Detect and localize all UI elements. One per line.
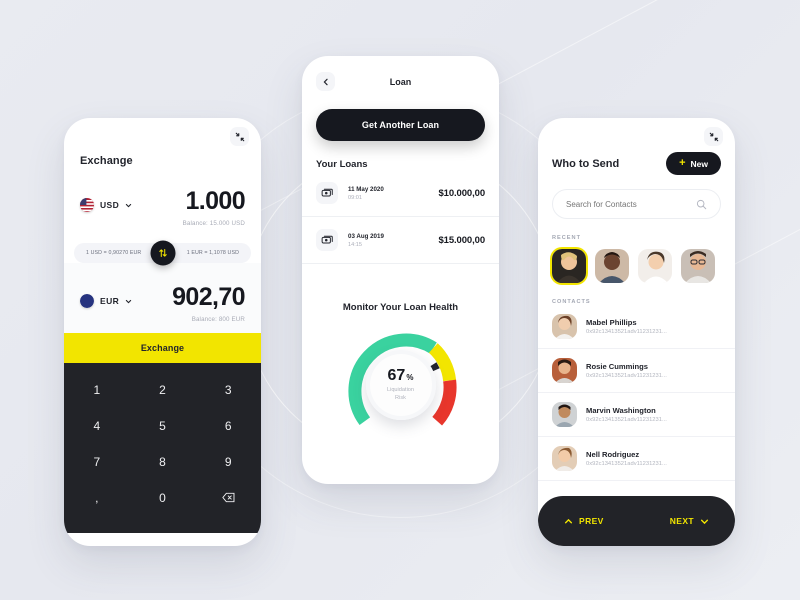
- add-new-contact-button[interactable]: + New: [666, 152, 721, 175]
- search-input[interactable]: [566, 199, 679, 209]
- recent-avatar-4[interactable]: [681, 249, 715, 283]
- avatar: [552, 358, 577, 383]
- exchange-rate-bar: 1 USD = 0,90270 EUR 1 EUR = 1,1078 USD: [74, 240, 251, 266]
- key-1[interactable]: 1: [64, 373, 130, 407]
- loan-header: Loan: [302, 56, 499, 91]
- next-label: NEXT: [669, 516, 694, 526]
- liquidation-risk-gauge: 67% Liquidation Risk: [339, 323, 463, 447]
- plus-icon: +: [679, 157, 686, 169]
- from-balance: Balance: 15.000 USD: [182, 220, 245, 227]
- avatar: [552, 402, 577, 427]
- key-7[interactable]: 7: [64, 445, 130, 479]
- exchange-to-row[interactable]: EUR 902,70 Balance: 800 EUR: [64, 263, 261, 323]
- loan-time: 09:01: [348, 194, 362, 201]
- contact-list-item[interactable]: Marvin Washington 0x92c13413521adv112312…: [538, 393, 735, 437]
- phone-loan-screen: Loan Get Another Loan Your Loans 11 May …: [302, 56, 499, 484]
- to-currency-code: EUR: [100, 296, 120, 306]
- to-amount: 902,70: [172, 283, 245, 311]
- swap-arrows-icon[interactable]: [150, 240, 175, 266]
- phone-exchange-screen: Exchange USD 1.000 Balance: 15.000 USD 1…: [64, 118, 261, 546]
- exchange-button[interactable]: Exchange: [64, 333, 261, 363]
- collapse-icon[interactable]: [704, 127, 723, 146]
- recent-avatar-1[interactable]: [552, 249, 586, 283]
- chevron-down-icon[interactable]: [125, 298, 132, 305]
- key-comma[interactable]: ,: [64, 481, 130, 517]
- chevron-up-icon: [564, 518, 573, 523]
- loan-amount: $10.000,00: [438, 187, 485, 199]
- key-0[interactable]: 0: [130, 481, 196, 517]
- next-button[interactable]: NEXT: [670, 516, 709, 526]
- prev-label: PREV: [579, 516, 604, 526]
- gauge-center: 67% Liquidation Risk: [365, 350, 436, 420]
- loan-list-item[interactable]: 03 Aug 2019 14:15 $15.000,00: [302, 217, 499, 264]
- prev-button[interactable]: PREV: [564, 516, 604, 526]
- loan-list-item[interactable]: 11 May 2020 09:01 $10.000,00: [302, 170, 499, 217]
- loan-amount: $15.000,00: [438, 234, 485, 246]
- from-currency-code: USD: [100, 200, 120, 210]
- contact-address: 0x92c13413521adv11231231...: [586, 373, 667, 379]
- contact-list-item[interactable]: Mabel Phillips 0x92c13413521adv11231231.…: [538, 305, 735, 349]
- recent-section-label: RECENT: [552, 235, 581, 241]
- contact-name: Nell Rodriguez: [586, 450, 640, 459]
- rate-right: 1 EUR = 1,1078 USD: [186, 250, 239, 256]
- phone-send-screen: Who to Send + New RECENT: [538, 118, 735, 546]
- pagination-bar: PREV NEXT: [538, 496, 735, 546]
- exchange-from-row[interactable]: USD 1.000 Balance: 15.000 USD: [64, 167, 261, 227]
- key-6[interactable]: 6: [195, 409, 261, 443]
- key-2[interactable]: 2: [130, 373, 196, 407]
- contact-address: 0x92c13413521adv11231231...: [586, 461, 667, 467]
- key-9[interactable]: 9: [195, 445, 261, 479]
- contacts-section-label: CONTACTS: [552, 299, 591, 305]
- search-contacts-box[interactable]: [552, 189, 721, 219]
- from-amount: 1.000: [185, 187, 245, 215]
- contact-list-item[interactable]: Rosie Cummings 0x92c13413521adv11231231.…: [538, 349, 735, 393]
- key-4[interactable]: 4: [64, 409, 130, 443]
- contact-name: Marvin Washington: [586, 406, 656, 415]
- chevron-down-icon: [700, 519, 709, 524]
- to-balance: Balance: 800 EUR: [191, 316, 245, 323]
- new-button-label: New: [690, 158, 708, 169]
- contact-name: Rosie Cummings: [586, 362, 649, 371]
- recent-avatar-3[interactable]: [638, 249, 672, 283]
- gauge-percent-symbol: %: [406, 372, 414, 382]
- recent-avatar-2[interactable]: [595, 249, 629, 283]
- avatar: [552, 314, 577, 339]
- gauge-label-line2: Risk: [395, 394, 406, 401]
- rate-left: 1 USD = 0,90270 EUR: [86, 250, 142, 256]
- loan-time: 14:15: [348, 241, 362, 248]
- numeric-keypad: 1 2 3 4 5 6 7 8 9 , 0: [64, 363, 261, 533]
- exchange-to-section: EUR 902,70 Balance: 800 EUR: [64, 263, 261, 333]
- gauge-label-line1: Liquidation: [386, 386, 415, 393]
- contact-list-item[interactable]: Nell Rodriguez 0x92c13413521adv11231231.…: [538, 437, 735, 481]
- loan-health-heading: Monitor Your Loan Health: [342, 302, 459, 313]
- search-icon[interactable]: [696, 199, 707, 210]
- money-icon: [316, 229, 338, 251]
- your-loans-heading: Your Loans: [316, 159, 368, 170]
- key-8[interactable]: 8: [130, 445, 196, 479]
- eu-flag-icon: [80, 294, 94, 308]
- loan-date: 03 Aug 2019: [348, 232, 384, 240]
- us-flag-icon: [80, 198, 94, 212]
- chevron-down-icon[interactable]: [125, 202, 132, 209]
- key-5[interactable]: 5: [130, 409, 196, 443]
- page-title: Who to Send: [552, 157, 620, 170]
- recent-avatars-row: [538, 241, 735, 283]
- loan-date: 11 May 2020: [348, 185, 384, 193]
- avatar: [552, 446, 577, 471]
- send-header: Who to Send + New: [538, 118, 735, 175]
- backspace-icon[interactable]: [195, 481, 261, 517]
- collapse-icon[interactable]: [230, 127, 249, 146]
- contact-address: 0x92c13413521adv11231231...: [586, 329, 667, 335]
- money-icon: [316, 182, 338, 204]
- gauge-percent-value: 67: [387, 366, 406, 384]
- key-3[interactable]: 3: [195, 373, 261, 407]
- chevron-left-icon[interactable]: [316, 72, 335, 91]
- contact-address: 0x92c13413521adv11231231...: [586, 417, 667, 423]
- contact-name: Mabel Phillips: [586, 318, 637, 327]
- get-another-loan-button[interactable]: Get Another Loan: [316, 109, 485, 141]
